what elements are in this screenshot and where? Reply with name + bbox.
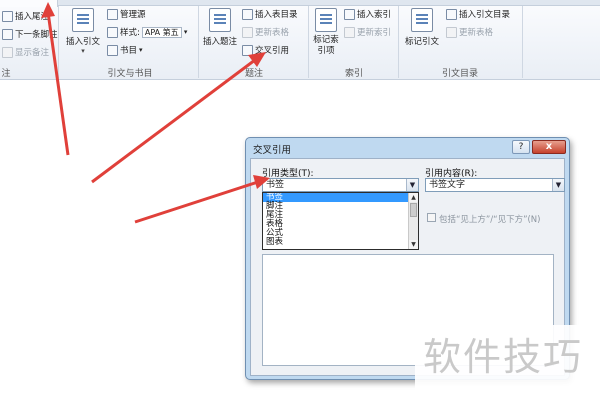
show-notes-icon — [2, 46, 13, 58]
include-above-below-checkbox[interactable] — [427, 213, 436, 222]
ribbon-separator — [522, 6, 523, 78]
dropdown-item-table[interactable]: 表格 — [263, 220, 418, 229]
mark-entry-button[interactable]: 标记索引项 — [311, 8, 341, 57]
insert-citation-dropdown-icon: ▾ — [81, 47, 85, 55]
scroll-thumb[interactable] — [410, 203, 417, 217]
table-of-figures-icon — [242, 8, 253, 20]
update-table-button[interactable]: 更新表格 — [242, 26, 289, 38]
bibliography-dropdown-icon: ▾ — [139, 46, 143, 54]
references-ribbon: 插入尾注 下一条脚注 显示备注 注 插入引文 ▾ 管理源 样式: APA 第五 … — [0, 0, 600, 80]
dropdown-item-figure[interactable]: 图表 — [263, 238, 418, 247]
reference-type-dropdown-list[interactable]: 书签 脚注 尾注 表格 公式 图表 ▲ ▼ — [262, 192, 419, 250]
bibliography-icon — [107, 44, 118, 56]
insert-index-icon — [344, 8, 355, 20]
insert-citation-icon — [72, 8, 94, 32]
include-above-below-label: 包括“见上方”/“见下方”(N) — [439, 215, 541, 225]
ribbon-tab-strip — [0, 0, 600, 6]
mark-citation-icon — [411, 8, 433, 32]
table-of-authorities-icon — [446, 8, 457, 20]
arrow-to-reference-type — [134, 180, 259, 224]
reference-type-select[interactable]: 书签 ▼ — [262, 178, 419, 192]
captions-group-label: 题注 — [244, 69, 263, 79]
help-button[interactable]: ? — [512, 140, 530, 154]
insert-citation-button[interactable]: 插入引文 ▾ — [62, 8, 104, 55]
dropdown-item-bookmark[interactable]: 书签 — [263, 193, 418, 202]
update-index-button[interactable]: 更新索引 — [344, 26, 391, 38]
dropdown-item-equation[interactable]: 公式 — [263, 229, 418, 238]
endnote-icon — [2, 10, 13, 22]
dropdown-item-footnote[interactable]: 脚注 — [263, 202, 418, 211]
close-button[interactable]: x — [532, 140, 566, 154]
watermark: 软件技巧 — [415, 325, 600, 390]
dialog-title: 交叉引用 — [253, 145, 292, 156]
scroll-up-icon[interactable]: ▲ — [409, 193, 418, 202]
next-footnote-icon — [2, 28, 13, 40]
ribbon-separator — [198, 6, 199, 78]
cross-reference-button[interactable]: 交叉引用 — [242, 44, 289, 56]
ribbon-active-tab[interactable] — [0, 0, 58, 7]
insert-endnote-button[interactable]: 插入尾注 — [2, 10, 49, 22]
authorities-group-label: 引文目录 — [441, 69, 478, 79]
manage-sources-button[interactable]: 管理源 — [107, 8, 146, 20]
style-combo-value[interactable]: APA 第五 — [141, 26, 182, 38]
reference-type-dropdown-icon[interactable]: ▼ — [406, 179, 418, 191]
insert-caption-icon — [209, 8, 231, 32]
show-notes-button[interactable]: 显示备注 — [2, 46, 49, 58]
insert-caption-button[interactable]: 插入题注 — [201, 8, 239, 47]
manage-sources-icon — [107, 8, 118, 20]
footnotes-group-label: 注 — [1, 69, 11, 79]
insert-reference-to-dropdown-icon[interactable]: ▼ — [552, 179, 564, 191]
style-icon — [107, 26, 118, 38]
dropdown-scrollbar[interactable]: ▲ ▼ — [408, 193, 418, 249]
dropdown-item-endnote[interactable]: 尾注 — [263, 211, 418, 220]
insert-table-of-authorities-button[interactable]: 插入引文目录 — [446, 8, 510, 20]
next-footnote-button[interactable]: 下一条脚注 — [2, 28, 58, 40]
style-selector[interactable]: 样式: APA 第五 ▾ — [107, 26, 187, 38]
index-group-label: 索引 — [344, 69, 363, 79]
insert-table-of-figures-button[interactable]: 插入表目录 — [242, 8, 298, 20]
cross-reference-icon — [242, 44, 253, 56]
update-index-icon — [344, 26, 355, 38]
insert-reference-to-select[interactable]: 书签文字 ▼ — [425, 178, 565, 192]
update-authorities-icon — [446, 26, 457, 38]
mark-citation-button[interactable]: 标记引文 — [402, 8, 442, 47]
citations-group-label: 引文与书目 — [107, 69, 153, 79]
reference-type-value: 书签 — [266, 180, 285, 190]
mark-entry-icon — [315, 8, 337, 32]
update-table-icon — [242, 26, 253, 38]
update-authorities-table-button[interactable]: 更新表格 — [446, 26, 493, 38]
ribbon-separator — [308, 6, 309, 78]
ribbon-separator — [58, 6, 59, 78]
bibliography-button[interactable]: 书目 ▾ — [107, 44, 143, 56]
scroll-down-icon[interactable]: ▼ — [409, 240, 418, 249]
style-dropdown-icon[interactable]: ▾ — [184, 28, 188, 36]
ribbon-separator — [398, 6, 399, 78]
insert-reference-to-value: 书签文字 — [429, 180, 466, 190]
insert-index-button[interactable]: 插入索引 — [344, 8, 391, 20]
